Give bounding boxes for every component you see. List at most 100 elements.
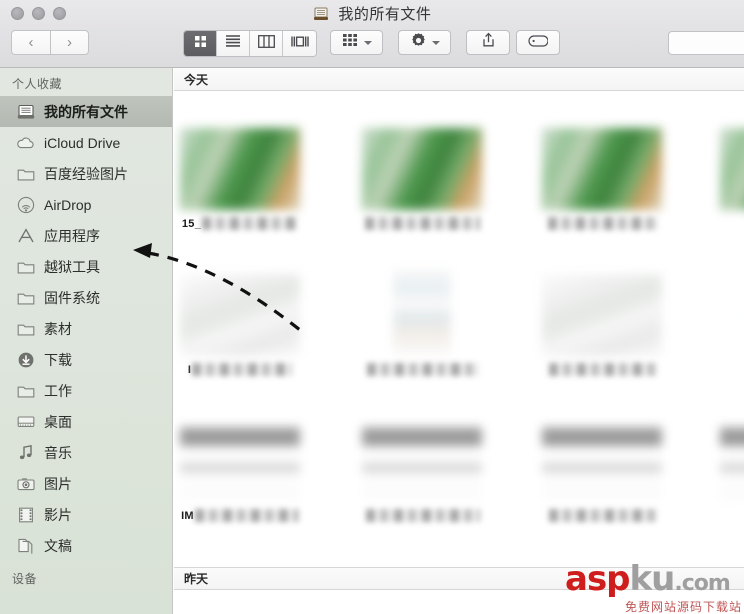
sidebar-item-label: 百度经验图片 bbox=[44, 165, 128, 182]
forward-chevron-icon: › bbox=[67, 34, 72, 51]
sidebar-item-baidu-images[interactable]: 百度经验图片 bbox=[0, 158, 172, 189]
file-thumbnail bbox=[720, 420, 744, 502]
gear-icon bbox=[410, 32, 427, 54]
icon-grid: 15_ I IM bbox=[174, 91, 744, 567]
folder-icon bbox=[16, 257, 35, 276]
file-name bbox=[548, 508, 657, 523]
redacted-filename bbox=[548, 509, 657, 522]
sidebar-item-label: 文稿 bbox=[44, 537, 72, 554]
redacted-filename bbox=[366, 363, 479, 376]
redacted-filename bbox=[365, 217, 480, 230]
downloads-icon bbox=[16, 350, 35, 369]
folder-icon bbox=[16, 381, 35, 400]
all-my-files-icon bbox=[16, 102, 35, 121]
sidebar-item-label: 我的所有文件 bbox=[44, 103, 128, 120]
music-note-icon bbox=[16, 443, 35, 462]
grid-icon bbox=[193, 34, 208, 54]
back-chevron-icon: ‹ bbox=[28, 34, 34, 51]
sidebar-item-materials[interactable]: 素材 bbox=[0, 313, 172, 344]
sidebar-item-label: 素材 bbox=[44, 320, 72, 337]
sidebar-item-airdrop[interactable]: AirDrop bbox=[0, 189, 172, 220]
finder-window: 我的所有文件 ‹ › 个人收藏 我的所有文件 iCloud Drive 百度经验… bbox=[0, 0, 744, 614]
list-view-button[interactable] bbox=[217, 31, 250, 56]
file-thumbnail bbox=[180, 128, 300, 210]
sidebar-item-music[interactable]: 音乐 bbox=[0, 437, 172, 468]
sidebar-item-documents[interactable]: 文稿 bbox=[0, 530, 172, 561]
coverflow-view-button[interactable] bbox=[283, 31, 316, 56]
applications-icon bbox=[16, 226, 35, 245]
columns-icon bbox=[257, 34, 275, 53]
file-name: I bbox=[188, 362, 293, 377]
file-thumbnail bbox=[180, 274, 300, 356]
sidebar-item-label: 工作 bbox=[44, 382, 72, 399]
sidebar-item-label: 音乐 bbox=[44, 444, 72, 461]
file-thumbnail bbox=[542, 274, 662, 356]
sidebar-item-applications[interactable]: 应用程序 bbox=[0, 220, 172, 251]
sidebar-item-pictures[interactable]: 图片 bbox=[0, 468, 172, 499]
documents-icon bbox=[16, 536, 35, 555]
column-view-button[interactable] bbox=[250, 31, 283, 56]
redacted-filename bbox=[547, 217, 658, 230]
sidebar-item-firmware[interactable]: 固件系统 bbox=[0, 282, 172, 313]
sidebar-item-label: 图片 bbox=[44, 475, 72, 492]
file-name bbox=[548, 362, 657, 377]
cloud-icon bbox=[16, 133, 35, 152]
file-thumbnail bbox=[720, 128, 744, 210]
window-title-text: 我的所有文件 bbox=[338, 6, 432, 23]
file-item[interactable] bbox=[514, 237, 690, 377]
group-header-yesterday: 昨天 bbox=[174, 567, 744, 590]
sidebar-item-label: 桌面 bbox=[44, 413, 72, 430]
file-thumbnail bbox=[393, 270, 451, 356]
search-input[interactable] bbox=[668, 31, 744, 55]
list-icon bbox=[225, 34, 241, 53]
file-item[interactable] bbox=[334, 237, 510, 377]
desktop-icon bbox=[16, 412, 35, 431]
sidebar-item-jailbreak-tools[interactable]: 越狱工具 bbox=[0, 251, 172, 282]
file-item[interactable] bbox=[334, 383, 510, 523]
file-item[interactable] bbox=[514, 91, 690, 231]
redacted-filename bbox=[192, 363, 293, 376]
file-thumbnail bbox=[542, 128, 662, 210]
sidebar-item-work[interactable]: 工作 bbox=[0, 375, 172, 406]
arrange-grid-icon bbox=[342, 33, 359, 52]
sidebar-item-label: 固件系统 bbox=[44, 289, 100, 306]
window-titlebar: 我的所有文件 ‹ › bbox=[0, 0, 744, 68]
camera-icon bbox=[16, 474, 35, 493]
share-button[interactable] bbox=[466, 30, 510, 55]
folder-icon bbox=[16, 319, 35, 338]
file-name: 15_ bbox=[182, 216, 299, 231]
file-item[interactable] bbox=[692, 383, 744, 523]
airdrop-icon bbox=[16, 195, 35, 214]
file-item[interactable]: 15_ bbox=[174, 91, 328, 231]
file-thumbnail bbox=[180, 420, 300, 502]
sidebar-item-desktop[interactable]: 桌面 bbox=[0, 406, 172, 437]
file-item[interactable]: IM bbox=[174, 383, 328, 523]
all-my-files-icon bbox=[313, 6, 329, 29]
file-item[interactable] bbox=[692, 237, 744, 377]
sidebar-item-all-my-files[interactable]: 我的所有文件 bbox=[0, 96, 172, 127]
sidebar-item-label: AirDrop bbox=[44, 196, 92, 213]
folder-icon bbox=[16, 288, 35, 307]
action-menu-button[interactable] bbox=[398, 30, 451, 55]
chevron-down-icon bbox=[363, 40, 372, 45]
folder-icon bbox=[16, 164, 35, 183]
sidebar-item-label: 下载 bbox=[44, 351, 72, 368]
sidebar-item-downloads[interactable]: 下载 bbox=[0, 344, 172, 375]
icon-view-button[interactable] bbox=[184, 31, 217, 56]
file-name: IM bbox=[181, 508, 299, 523]
tag-button[interactable] bbox=[516, 30, 560, 55]
file-item[interactable] bbox=[334, 91, 510, 231]
file-thumbnail bbox=[362, 128, 482, 210]
back-button[interactable]: ‹ bbox=[11, 30, 50, 55]
file-item[interactable] bbox=[692, 91, 744, 231]
arrange-by-button[interactable] bbox=[330, 30, 383, 55]
sidebar-item-label: 影片 bbox=[44, 506, 72, 523]
sidebar-item-movies[interactable]: 影片 bbox=[0, 499, 172, 530]
sidebar-item-label: iCloud Drive bbox=[44, 134, 121, 151]
file-thumbnail bbox=[542, 420, 662, 502]
sidebar-section-favorites: 个人收藏 bbox=[12, 77, 63, 91]
forward-button[interactable]: › bbox=[50, 30, 89, 55]
file-item[interactable] bbox=[514, 383, 690, 523]
file-item[interactable]: I bbox=[174, 237, 328, 377]
sidebar-item-icloud-drive[interactable]: iCloud Drive bbox=[0, 127, 172, 158]
